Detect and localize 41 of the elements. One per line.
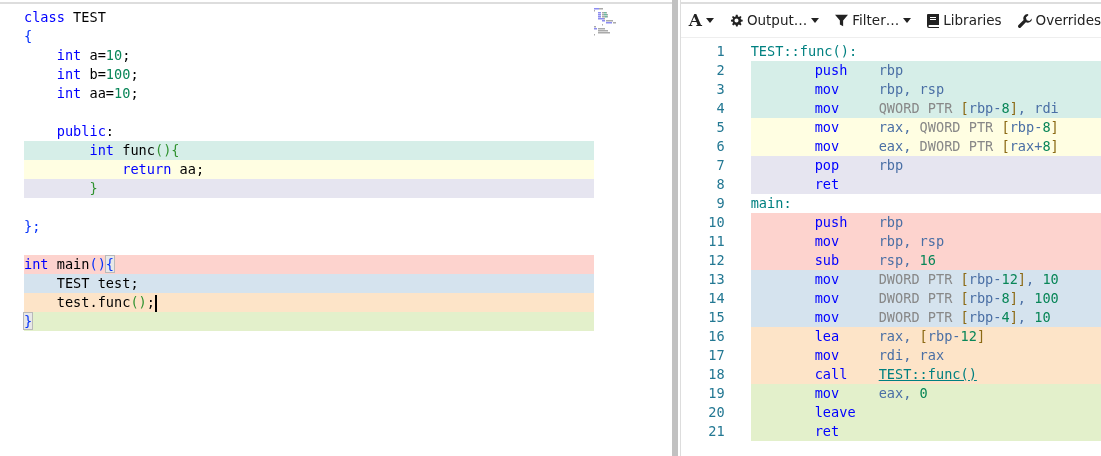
line-number: 1 (715, 42, 725, 61)
code-line: int aa=10; (55, 84, 140, 103)
dropdown-button[interactable]: Filter… (835, 10, 912, 31)
code-line: int b=100; (55, 65, 140, 84)
line-number: 9 (715, 194, 725, 213)
toolbar-button[interactable]: Overrides (1017, 10, 1101, 31)
filter-icon (835, 14, 849, 27)
line-number: 19 (707, 384, 725, 403)
dropdown-button[interactable]: Output… (729, 10, 820, 31)
line-number: 16 (707, 327, 725, 346)
gear-icon (729, 14, 743, 27)
line-number: 15 (707, 308, 725, 327)
line-number: 17 (707, 346, 725, 365)
line-number: 3 (715, 80, 725, 99)
line-number: 10 (707, 213, 725, 232)
line-number: 21 (707, 422, 725, 441)
scrollbar[interactable] (672, 0, 679, 456)
code-line: { (24, 27, 34, 46)
line-number: 4 (715, 99, 725, 118)
line-number: 13 (707, 270, 725, 289)
line-number: 20 (707, 403, 725, 422)
wrench-icon (1017, 13, 1032, 28)
code-line: int a=10; (55, 46, 132, 65)
line-number: 11 (707, 232, 725, 251)
code-line: public: (55, 122, 116, 141)
line-number: 5 (715, 118, 725, 137)
toolbar-button[interactable]: Libraries (927, 10, 1002, 31)
assembly-line: TEST::func(): (750, 42, 859, 61)
line-number: 8 (715, 175, 725, 194)
line-number: 18 (707, 365, 725, 384)
line-number: 7 (715, 156, 725, 175)
code-line: class TEST (24, 8, 107, 27)
line-number: 14 (707, 289, 725, 308)
book-icon (927, 13, 940, 28)
line-number: 6 (715, 137, 725, 156)
code-line: }; (24, 217, 42, 236)
line-number: 12 (707, 251, 725, 270)
line-number: 2 (715, 61, 725, 80)
assembly-line: main: (750, 194, 793, 213)
font-button[interactable]: A (688, 7, 714, 34)
function-link[interactable]: TEST::func() (878, 366, 977, 382)
